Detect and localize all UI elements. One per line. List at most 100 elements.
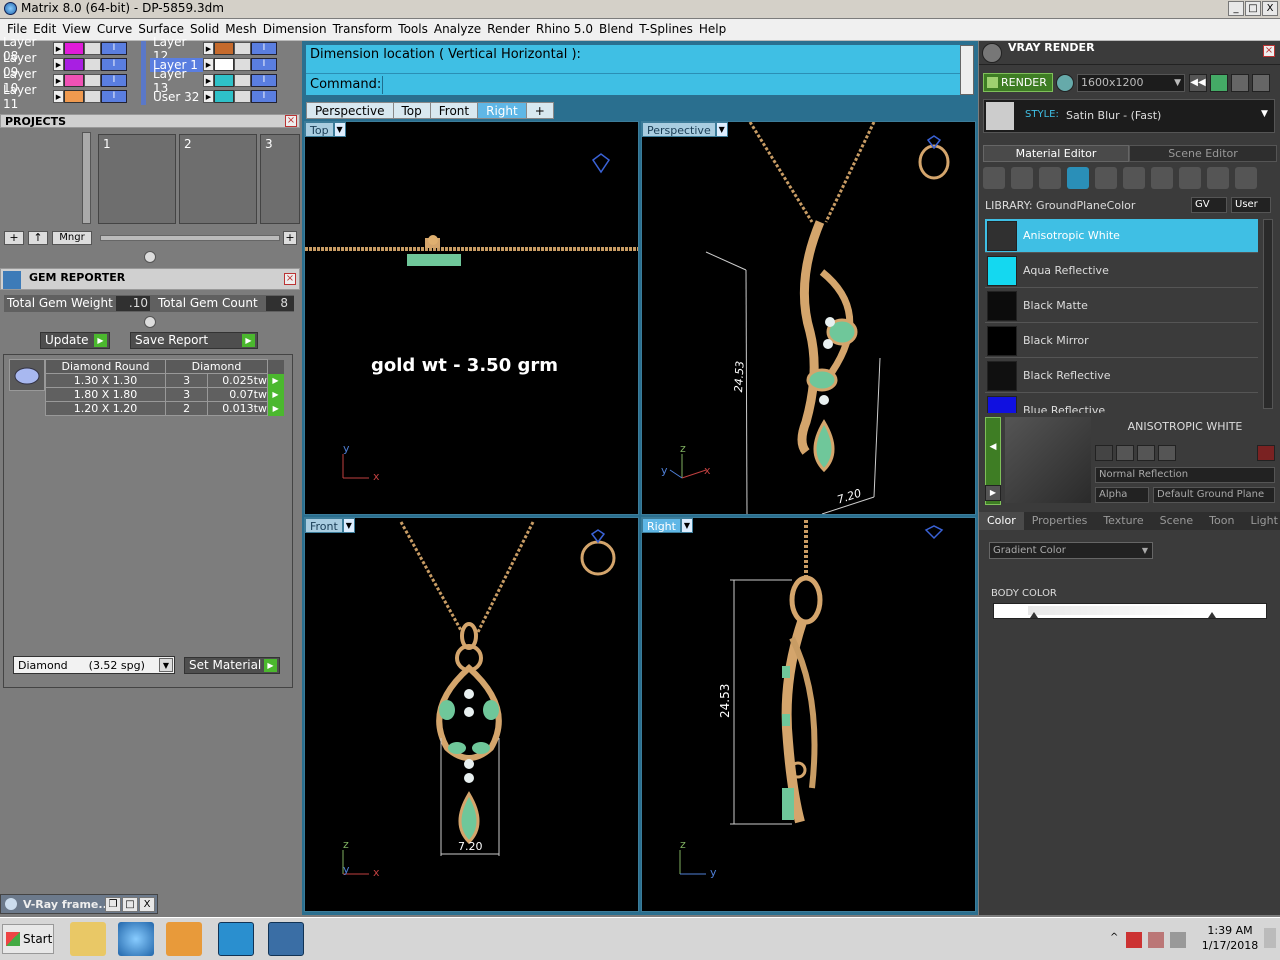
- collapse-toggle[interactable]: [144, 251, 156, 263]
- projects-slider[interactable]: [100, 235, 280, 241]
- play-icon[interactable]: ▶: [203, 42, 214, 55]
- tab-right[interactable]: Right: [477, 102, 527, 119]
- tab-material-editor[interactable]: Material Editor: [983, 145, 1129, 162]
- save-report-button[interactable]: Save Report ▶: [130, 332, 258, 349]
- tab-light[interactable]: Light: [1242, 512, 1280, 530]
- menu-rhino[interactable]: Rhino 5.0: [535, 19, 598, 40]
- explorer-icon[interactable]: [70, 922, 106, 956]
- lock-icon[interactable]: [234, 90, 251, 103]
- layer-color-swatch[interactable]: [214, 58, 234, 71]
- layer-row[interactable]: User 32 ▶ I: [150, 89, 277, 104]
- tab-front[interactable]: Front: [429, 102, 479, 119]
- command-input[interactable]: [382, 76, 960, 94]
- layer-toggle[interactable]: I: [251, 42, 277, 55]
- settings-icon[interactable]: [1056, 74, 1074, 92]
- close-button[interactable]: X: [1262, 1, 1278, 16]
- tab-texture[interactable]: Texture: [1095, 512, 1151, 530]
- tab-perspective[interactable]: Perspective: [306, 102, 394, 119]
- frame-buffer-icon[interactable]: [1210, 74, 1228, 92]
- layer-color-swatch[interactable]: [214, 74, 234, 87]
- lock-icon[interactable]: [84, 58, 101, 71]
- viewport-right[interactable]: Right ▼ 24.53 z y: [641, 517, 976, 912]
- layer-color-swatch[interactable]: [64, 74, 84, 87]
- layer-color-swatch[interactable]: [64, 42, 84, 55]
- user-toggle[interactable]: User: [1231, 197, 1271, 213]
- gradient-select[interactable]: Gradient Color ▼: [989, 542, 1153, 559]
- minimize-button[interactable]: _: [1228, 1, 1244, 16]
- export-icon[interactable]: [1158, 445, 1176, 461]
- gradient-stop-left[interactable]: [1030, 612, 1038, 618]
- import-icon[interactable]: [1137, 445, 1155, 461]
- menu-transform[interactable]: Transform: [332, 19, 398, 40]
- play-icon[interactable]: ▶: [203, 58, 214, 71]
- set-material-button[interactable]: Set Material ▶: [184, 657, 280, 674]
- layer-color-swatch[interactable]: [64, 90, 84, 103]
- tab-scene-editor[interactable]: Scene Editor: [1129, 145, 1277, 162]
- lock-icon[interactable]: [84, 90, 101, 103]
- project-slot[interactable]: 2: [179, 134, 257, 224]
- alpha-toggle[interactable]: Alpha: [1095, 487, 1149, 503]
- layer-toggle[interactable]: I: [251, 58, 277, 71]
- rewind-icon[interactable]: ◀◀: [1189, 74, 1207, 92]
- layer-color-swatch[interactable]: [64, 58, 84, 71]
- layer-toggle[interactable]: I: [251, 90, 277, 103]
- play-icon[interactable]: ▶: [267, 401, 284, 416]
- list-item[interactable]: Black Mirror: [985, 324, 1258, 358]
- clock[interactable]: 1:39 AM 1/17/2018: [1200, 924, 1260, 952]
- play-icon[interactable]: ▶: [203, 90, 214, 103]
- light-bulb-icon[interactable]: [1235, 167, 1257, 189]
- add-project-button[interactable]: +: [4, 231, 24, 245]
- expand-icon[interactable]: ▶: [985, 485, 1001, 501]
- layer-toggle[interactable]: I: [251, 74, 277, 87]
- play-icon[interactable]: ▶: [53, 42, 64, 55]
- layer-toggle[interactable]: I: [101, 42, 127, 55]
- layer-row[interactable]: Layer 11 ▶ I: [0, 83, 127, 111]
- project-slot[interactable]: 3: [260, 134, 300, 224]
- gv-toggle[interactable]: GV: [1191, 197, 1227, 213]
- lock-icon[interactable]: [234, 74, 251, 87]
- table-row[interactable]: 1.80 X 1.80 3 0.07tw ▶: [45, 387, 284, 402]
- style-select[interactable]: STYLE: Satin Blur - (Fast) ▼: [983, 99, 1275, 133]
- sphere-icon[interactable]: [1039, 167, 1061, 189]
- viewport-front[interactable]: Front ▼ 7.20 z x y: [304, 517, 639, 912]
- menu-view[interactable]: View: [61, 19, 95, 40]
- viewport-perspective[interactable]: Perspective ▼ 24.53 7.20 z x y: [641, 121, 976, 515]
- lock-icon[interactable]: [234, 58, 251, 71]
- show-desktop-button[interactable]: [1264, 928, 1276, 948]
- update-button[interactable]: Update ▶: [40, 332, 110, 349]
- lock-icon[interactable]: [234, 42, 251, 55]
- menu-render[interactable]: Render: [486, 19, 535, 40]
- chevron-up-icon[interactable]: ^: [1110, 932, 1120, 950]
- add-tab-button[interactable]: +: [525, 102, 554, 119]
- ground-plane-toggle[interactable]: Default Ground Plane: [1153, 487, 1275, 503]
- layer-toggle[interactable]: I: [101, 74, 127, 87]
- render-button[interactable]: RENDER: [983, 73, 1053, 92]
- tab-toon[interactable]: Toon: [1201, 512, 1242, 530]
- lock-icon[interactable]: [84, 74, 101, 87]
- material-import-icon[interactable]: [1179, 167, 1201, 189]
- menu-dimension[interactable]: Dimension: [262, 19, 332, 40]
- close-icon[interactable]: ×: [284, 273, 296, 285]
- list-item[interactable]: Blue Reflective: [985, 394, 1258, 413]
- menu-help[interactable]: Help: [698, 19, 731, 40]
- reflection-select[interactable]: Normal Reflection: [1095, 467, 1275, 483]
- vray-frame-window[interactable]: V-Ray frame... ❐ □ X: [0, 894, 158, 914]
- command-scrollbar[interactable]: [960, 45, 974, 95]
- resolution-select[interactable]: 1600x1200 ▼: [1077, 74, 1185, 92]
- layer-row[interactable]: Layer 12 ▶ I: [150, 35, 277, 63]
- media-player-icon[interactable]: [166, 922, 202, 956]
- project-slot[interactable]: 1: [98, 134, 176, 224]
- diamond-icon[interactable]: [1011, 167, 1033, 189]
- play-icon[interactable]: ▶: [203, 74, 214, 87]
- maximize-button[interactable]: □: [122, 897, 138, 912]
- internet-explorer-icon[interactable]: [118, 922, 154, 956]
- restore-button[interactable]: ❐: [105, 897, 121, 912]
- flask-icon[interactable]: [983, 167, 1005, 189]
- body-color-gradient[interactable]: [993, 603, 1267, 619]
- list-item[interactable]: Black Matte: [985, 289, 1258, 323]
- menu-blend[interactable]: Blend: [598, 19, 638, 40]
- pattern-icon[interactable]: [1123, 167, 1145, 189]
- material-export-icon[interactable]: [1207, 167, 1229, 189]
- start-button[interactable]: Start: [2, 924, 54, 954]
- zoom-plus-button[interactable]: +: [283, 231, 297, 245]
